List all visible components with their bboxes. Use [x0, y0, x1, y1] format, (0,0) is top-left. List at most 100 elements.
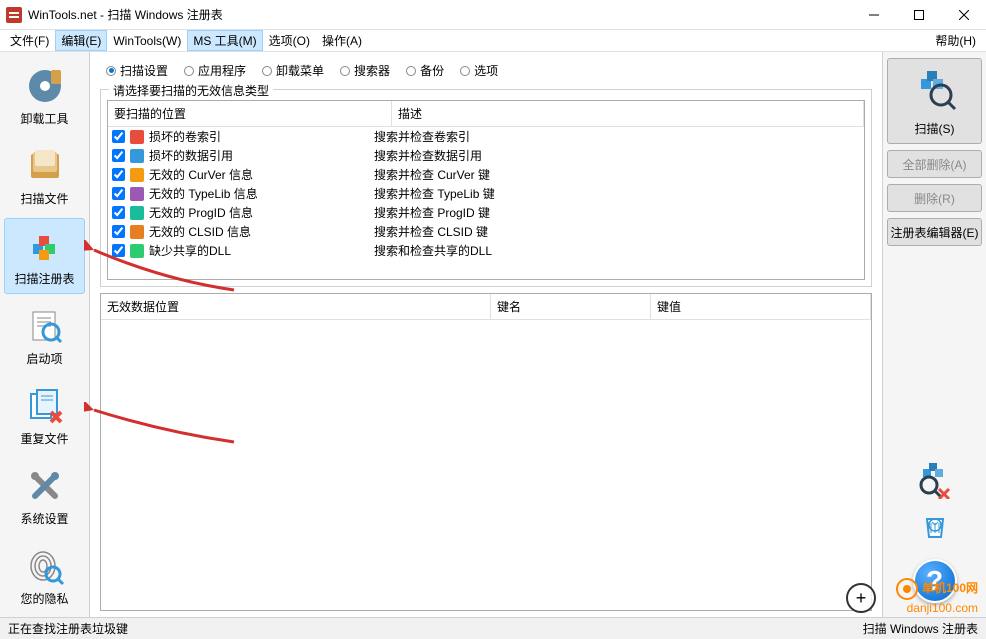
tab-scanset[interactable]: 扫描设置: [100, 60, 174, 81]
col-description[interactable]: 描述: [392, 101, 864, 126]
sidebar-scanreg[interactable]: 扫描注册表: [4, 218, 85, 294]
row-description: 搜索并检查卷索引: [374, 128, 860, 145]
scan-label: 扫描(S): [915, 120, 955, 137]
sidebar-label: 您的隐私: [20, 590, 68, 607]
status-left: 正在查找注册表垃圾键: [8, 620, 128, 637]
sidebar-scanfiles[interactable]: 扫描文件: [4, 138, 85, 214]
menu-help[interactable]: 帮助(H): [929, 30, 982, 51]
left-sidebar: 卸载工具 扫描文件 扫描注册表 启动项 重复文件 系统设置 您的隐私: [0, 52, 90, 617]
title-bar: WinTools.net - 扫描 Windows 注册表: [0, 0, 986, 30]
scan-group: 请选择要扫描的无效信息类型 要扫描的位置 描述 损坏的卷索引 搜索并检查卷索引 …: [100, 89, 872, 287]
sidebar-uninstall[interactable]: 卸载工具: [4, 58, 85, 134]
row-location: 无效的 ProgID 信息: [149, 204, 253, 221]
maximize-button[interactable]: [896, 0, 941, 30]
close-button[interactable]: [941, 0, 986, 30]
row-location: 损坏的数据引用: [149, 147, 233, 164]
tab-uninstmenu[interactable]: 卸载菜单: [256, 60, 330, 81]
row-description: 搜索并检查 CLSID 键: [374, 223, 860, 240]
col-key[interactable]: 键名: [491, 294, 651, 319]
row-type-icon: [129, 129, 145, 145]
right-panel: 扫描(S) 全部删除(A) 删除(R) 注册表编辑器(E) ?: [882, 52, 986, 617]
zoom-indicator: +: [846, 583, 876, 613]
scan-row[interactable]: 损坏的卷索引 搜索并检查卷索引: [108, 127, 864, 146]
watermark: 单机100网 danji100.com: [895, 577, 978, 615]
tab-searcher[interactable]: 搜索器: [334, 60, 396, 81]
row-checkbox[interactable]: [112, 187, 125, 200]
scan-row[interactable]: 无效的 CLSID 信息 搜索并检查 CLSID 键: [108, 222, 864, 241]
scan-list[interactable]: 要扫描的位置 描述 损坏的卷索引 搜索并检查卷索引 损坏的数据引用 搜索并检查数…: [107, 100, 865, 280]
scan-row[interactable]: 损坏的数据引用 搜索并检查数据引用: [108, 146, 864, 165]
scan-row[interactable]: 缺少共享的DLL 搜索和检查共享的DLL: [108, 241, 864, 260]
scan-button[interactable]: 扫描(S): [887, 58, 982, 144]
row-location: 损坏的卷索引: [149, 128, 221, 145]
recycle-button[interactable]: [887, 505, 982, 545]
menu-options[interactable]: 选项(O): [263, 30, 316, 51]
scan-row[interactable]: 无效的 TypeLib 信息 搜索并检查 TypeLib 键: [108, 184, 864, 203]
row-type-icon: [129, 186, 145, 202]
radio-icon: [460, 66, 470, 76]
menu-file[interactable]: 文件(F): [4, 30, 55, 51]
row-checkbox[interactable]: [112, 206, 125, 219]
content-area: 扫描设置 应用程序 卸载菜单 搜索器 备份 选项 请选择要扫描的无效信息类型 要…: [90, 52, 882, 617]
tools-icon: [25, 466, 65, 506]
col-invalid-loc[interactable]: 无效数据位置: [101, 294, 491, 319]
status-bar: 正在查找注册表垃圾键 扫描 Windows 注册表: [0, 617, 986, 639]
tab-opts[interactable]: 选项: [454, 60, 504, 81]
tab-apps[interactable]: 应用程序: [178, 60, 252, 81]
sidebar-label: 卸载工具: [20, 110, 68, 127]
window-controls: [851, 0, 986, 30]
group-legend: 请选择要扫描的无效信息类型: [109, 82, 273, 99]
col-location[interactable]: 要扫描的位置: [108, 101, 392, 126]
menu-bar: 文件(F) 编辑(E) WinTools(W) MS 工具(M) 选项(O) 操…: [0, 30, 986, 52]
results-header: 无效数据位置 键名 键值: [101, 294, 871, 320]
tab-backup[interactable]: 备份: [400, 60, 450, 81]
scan-row[interactable]: 无效的 ProgID 信息 搜索并检查 ProgID 键: [108, 203, 864, 222]
radio-icon: [406, 66, 416, 76]
row-type-icon: [129, 148, 145, 164]
menu-operate[interactable]: 操作(A): [316, 30, 368, 51]
row-type-icon: [129, 243, 145, 259]
row-type-icon: [129, 205, 145, 221]
row-description: 搜索并检查 CurVer 键: [374, 166, 860, 183]
row-type-icon: [129, 224, 145, 240]
sidebar-dupfiles[interactable]: 重复文件: [4, 379, 85, 455]
col-val[interactable]: 键值: [651, 294, 871, 319]
sidebar-label: 启动项: [26, 350, 62, 367]
scan-list-header: 要扫描的位置 描述: [108, 101, 864, 127]
radio-on-icon: [106, 66, 116, 76]
sidebar-label: 系统设置: [20, 510, 68, 527]
radio-icon: [262, 66, 272, 76]
delete-button[interactable]: 删除(R): [887, 184, 982, 212]
row-description: 搜索并检查 ProgID 键: [374, 204, 860, 221]
row-location: 缺少共享的DLL: [149, 242, 231, 259]
sidebar-label: 扫描注册表: [14, 270, 74, 287]
unscan-button[interactable]: [887, 459, 982, 499]
row-checkbox[interactable]: [112, 244, 125, 257]
menu-edit[interactable]: 编辑(E): [55, 30, 107, 51]
sidebar-sysset[interactable]: 系统设置: [4, 459, 85, 535]
tabs-row: 扫描设置 应用程序 卸载菜单 搜索器 备份 选项: [96, 58, 876, 83]
row-location: 无效的 TypeLib 信息: [149, 185, 258, 202]
delete-all-button[interactable]: 全部删除(A): [887, 150, 982, 178]
dup-doc-icon: [25, 386, 65, 426]
minimize-button[interactable]: [851, 0, 896, 30]
menu-wintools[interactable]: WinTools(W): [107, 32, 187, 50]
sidebar-startup[interactable]: 启动项: [4, 298, 85, 374]
regedit-button[interactable]: 注册表编辑器(E): [887, 218, 982, 246]
results-list[interactable]: 无效数据位置 键名 键值: [100, 293, 872, 611]
row-description: 搜索并检查数据引用: [374, 147, 860, 164]
status-right: 扫描 Windows 注册表: [863, 620, 978, 637]
radio-icon: [184, 66, 194, 76]
row-type-icon: [129, 167, 145, 183]
row-checkbox[interactable]: [112, 149, 125, 162]
scan-row[interactable]: 无效的 CurVer 信息 搜索并检查 CurVer 键: [108, 165, 864, 184]
row-location: 无效的 CLSID 信息: [149, 223, 251, 240]
menu-mstools[interactable]: MS 工具(M): [187, 30, 262, 51]
scan-cubes-icon: [911, 65, 959, 116]
files-icon: [25, 146, 65, 186]
row-checkbox[interactable]: [112, 225, 125, 238]
row-checkbox[interactable]: [112, 168, 125, 181]
row-checkbox[interactable]: [112, 130, 125, 143]
row-description: 搜索和检查共享的DLL: [374, 242, 860, 259]
sidebar-privacy[interactable]: 您的隐私: [4, 539, 85, 615]
